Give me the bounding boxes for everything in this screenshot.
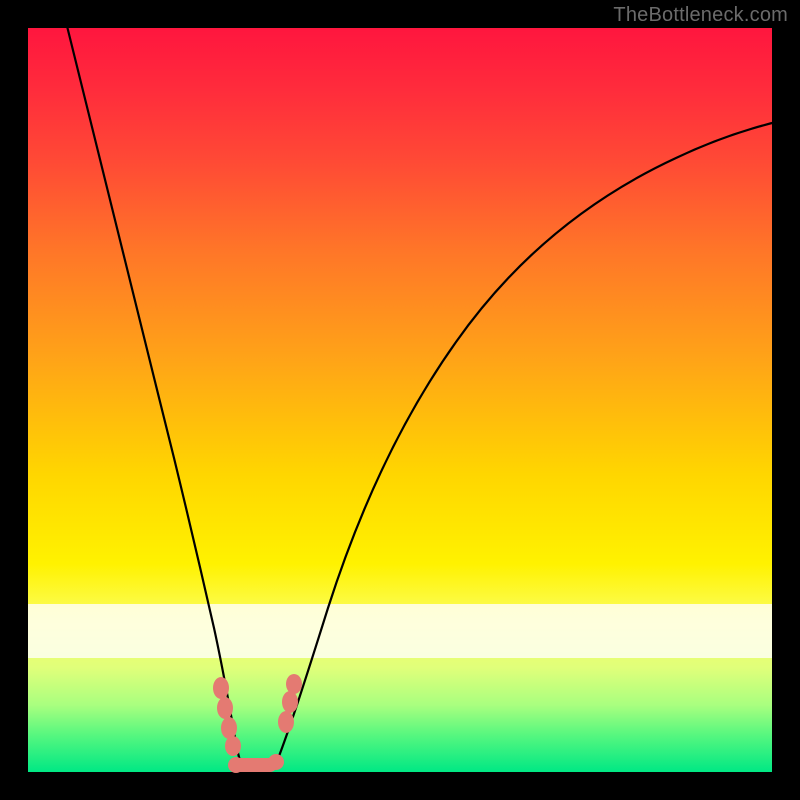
marker-dot (217, 697, 233, 719)
plot-area (28, 28, 772, 772)
marker-dot (213, 677, 229, 699)
marker-dot (286, 674, 302, 694)
marker-dot (228, 757, 244, 773)
curve-left (66, 22, 244, 770)
marker-dot (221, 717, 237, 739)
curve-right (276, 122, 776, 764)
marker-dot (278, 711, 294, 733)
chart-frame: TheBottleneck.com (0, 0, 800, 800)
watermark-text: TheBottleneck.com (613, 4, 788, 27)
marker-dot (268, 754, 284, 770)
marker-dot (282, 691, 298, 713)
marker-dot (225, 736, 241, 756)
curve-svg (28, 28, 772, 772)
